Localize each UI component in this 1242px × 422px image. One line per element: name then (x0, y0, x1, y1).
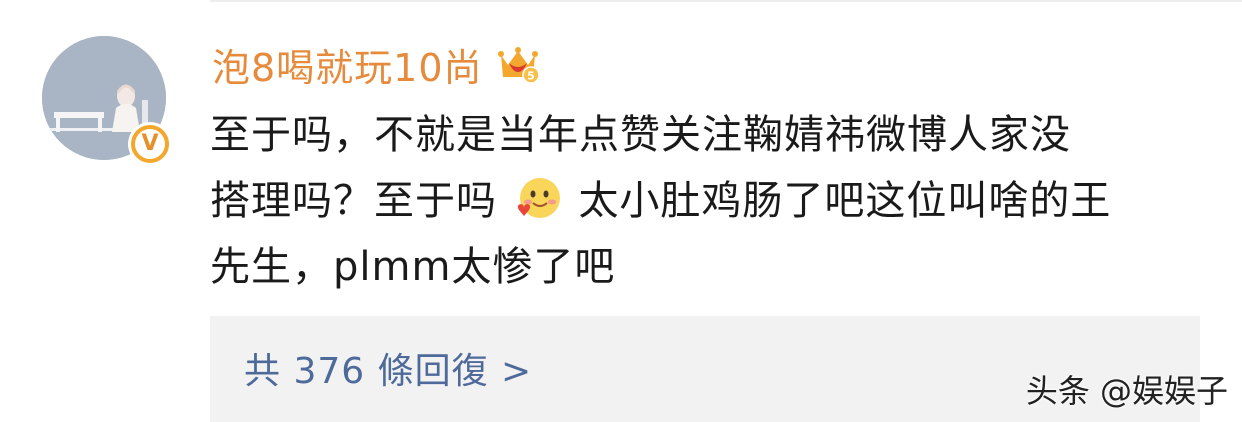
watermark: 头条 @娱娱子 (1025, 372, 1228, 410)
comment-line-2a: 搭理吗？至于吗 (210, 178, 497, 224)
crown-icon: 5 (497, 47, 540, 84)
divider (210, 0, 1242, 2)
verified-badge-icon: V (128, 122, 172, 166)
comment-text: 至于吗，不就是当年点赞关注鞠婧祎微博人家没 搭理吗？至于吗 太小肚鸡肠了吧这位叫… (210, 102, 1210, 300)
view-replies-link[interactable]: 共 376 條回復 > (244, 342, 532, 394)
username-row: 泡8喝就玩10尚 5 (212, 36, 541, 92)
comment-line-2b: 太小肚鸡肠了吧这位叫啥的王 (578, 178, 1112, 224)
comment-card: V 泡8喝就玩10尚 5 至于吗，不就是当年点赞关注鞠婧祎微博人家没 搭理吗？至… (0, 0, 1242, 422)
username[interactable]: 泡8喝就玩10尚 (212, 37, 483, 92)
level-number: 5 (527, 70, 535, 83)
smiling-blush-heart-icon (517, 178, 560, 218)
comment-line-3: 先生，plmm太惨了吧 (210, 244, 616, 290)
comment-line-1: 至于吗，不就是当年点赞关注鞠婧祎微博人家没 (210, 112, 1071, 158)
verified-mark: V (135, 129, 165, 159)
comment-line-2: 搭理吗？至于吗 太小肚鸡肠了吧这位叫啥的王 (210, 168, 1210, 234)
